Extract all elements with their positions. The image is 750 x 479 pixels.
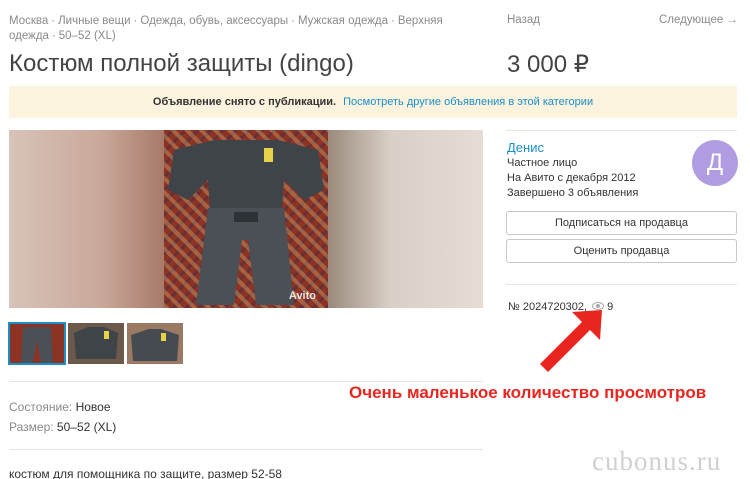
subscribe-button[interactable]: Подписаться на продавца (506, 211, 737, 235)
next-link[interactable]: Следующее → (659, 14, 738, 26)
photo-blur-left (9, 130, 164, 308)
size-value: 50–52 (XL) (56, 420, 117, 434)
breadcrumb-item-clothing[interactable]: Одежда, обувь, аксессуары (140, 15, 288, 27)
breadcrumb-item-mens[interactable]: Мужская одежда (298, 15, 388, 27)
avatar[interactable]: Д (692, 140, 738, 186)
callout-text: Очень маленькое количество просмотров (349, 383, 707, 402)
photo-blur-right (328, 130, 483, 308)
notice-text: Объявление снято с публикации. (152, 96, 337, 108)
size-label: Размер: (9, 420, 54, 434)
condition-value: Новое (75, 400, 111, 414)
thumbnail-2[interactable] (68, 323, 124, 364)
divider (9, 449, 483, 450)
photo-image: Avito (164, 130, 328, 308)
seller-name-link[interactable]: Денис (507, 140, 544, 155)
divider (506, 284, 737, 285)
seller-type: Частное лицо (507, 157, 578, 169)
suit-illustration (168, 140, 324, 305)
unpublished-notice: Объявление снято с публикации. Посмотрет… (9, 86, 737, 118)
condition-row: Состояние: Новое (9, 400, 111, 414)
divider (506, 130, 737, 131)
breadcrumb: Москва · Личные вещи · Одежда, обувь, аксесс… (9, 15, 443, 42)
size-row: Размер: 50–52 (XL) (9, 420, 116, 434)
arrow-icon (540, 310, 602, 372)
rate-seller-button[interactable]: Оценить продавца (506, 239, 737, 263)
breadcrumb-item-moscow[interactable]: Москва (9, 15, 48, 27)
back-link[interactable]: Назад (507, 14, 540, 26)
page-title: Костюм полной защиты (dingo) (9, 50, 354, 77)
seller-completed: Завершено 3 объявления (507, 187, 639, 199)
breadcrumb-item-size[interactable]: 50–52 (XL) (59, 30, 116, 42)
seller-since: На Авито с декабря 2012 (507, 172, 636, 184)
main-photo[interactable]: Avito (9, 130, 483, 308)
other-listings-link[interactable]: Посмотреть другие объявления в этой кате… (343, 96, 593, 108)
thumbnail-1[interactable] (8, 322, 66, 365)
site-watermark: cubonus.ru (592, 446, 722, 476)
condition-label: Состояние: (9, 400, 73, 414)
breadcrumb-item-personal[interactable]: Личные вещи (58, 15, 130, 27)
price: 3 000 ₽ (507, 51, 589, 78)
description: костюм для помощника по защите, размер 5… (9, 467, 282, 479)
divider (9, 381, 483, 382)
thumbnail-3[interactable] (127, 323, 183, 364)
photo-watermark: Avito (288, 290, 316, 302)
